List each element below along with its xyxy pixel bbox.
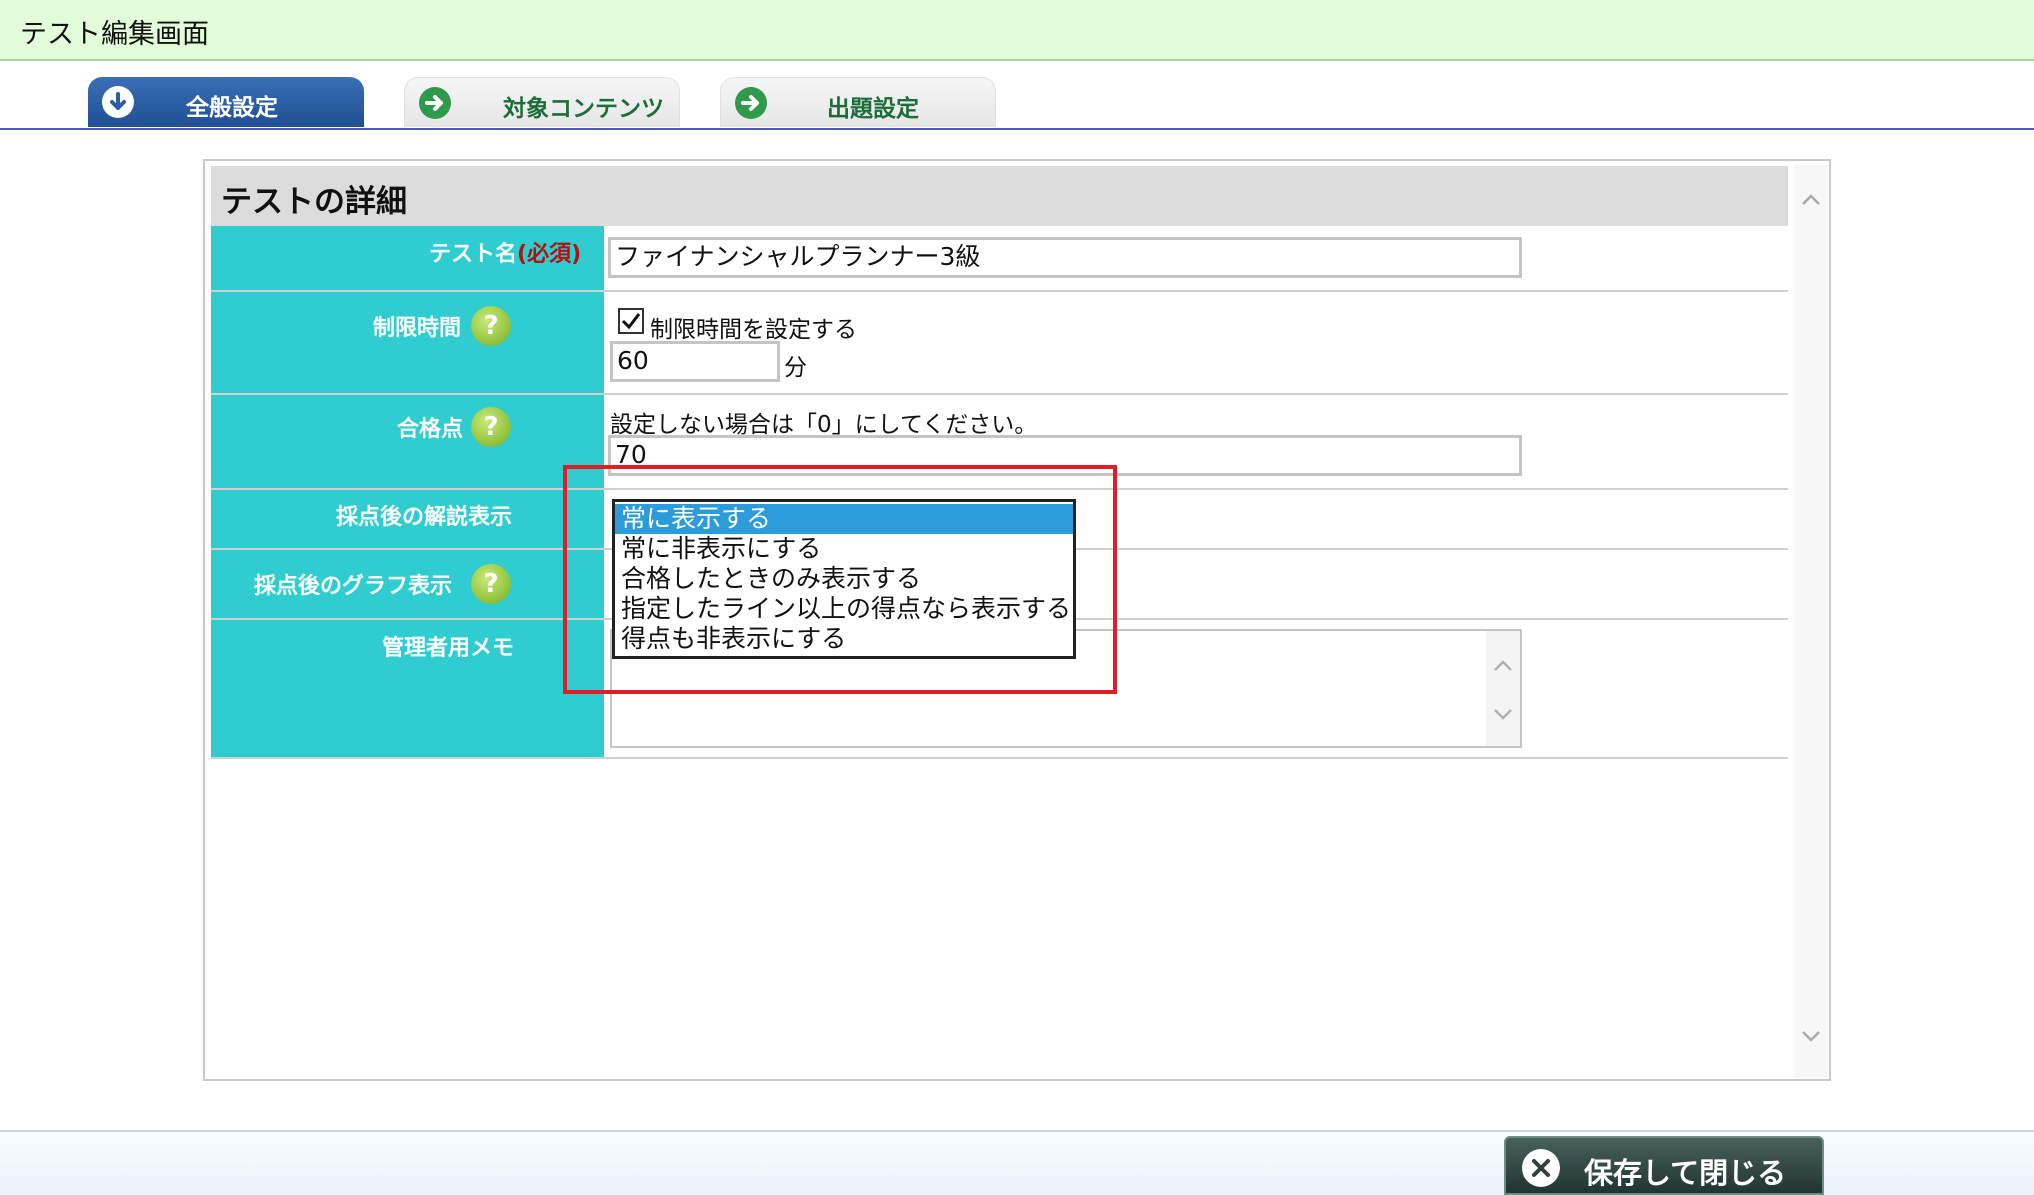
arrow-right-circle-icon (419, 87, 451, 119)
explanation-display-label-cell: 採点後の解説表示 (211, 490, 604, 550)
save-and-close-button[interactable]: 保存して閉じる (1504, 1136, 1824, 1195)
tab-label: 全般設定 (186, 95, 278, 121)
tab-general-settings[interactable]: 全般設定 (88, 77, 364, 127)
required-mark: (必須) (517, 242, 582, 267)
help-icon[interactable]: ? (471, 564, 511, 604)
explanation-display-label: 採点後の解説表示 (336, 505, 513, 530)
tab-target-contents[interactable]: 対象コンテンツ (404, 77, 680, 127)
time-limit-label: 制限時間 (373, 316, 462, 341)
chevron-down-icon[interactable] (1800, 1025, 1822, 1047)
help-icon[interactable]: ? (471, 306, 511, 346)
memo-scrollbar[interactable] (1486, 631, 1520, 746)
graph-display-label-cell: 採点後のグラフ表示 ? (211, 550, 604, 620)
section-title: テストの詳細 (221, 184, 407, 220)
close-circle-icon (1522, 1149, 1560, 1187)
time-limit-input[interactable]: 60 (610, 341, 780, 382)
chevron-down-icon[interactable] (1492, 703, 1514, 725)
panel-scrollbar[interactable] (1794, 165, 1828, 1077)
minutes-unit: 分 (784, 355, 807, 381)
admin-memo-label: 管理者用メモ (382, 636, 515, 661)
help-icon[interactable]: ? (471, 407, 511, 447)
tab-label: 対象コンテンツ (503, 96, 664, 122)
test-name-label-cell: テスト名(必須) (211, 226, 604, 292)
passing-score-hint: 設定しない場合は「0」にしてください。 (610, 412, 1038, 438)
window-titlebar: テスト編集画面 (0, 0, 2034, 61)
admin-memo-label-cell: 管理者用メモ (211, 620, 604, 759)
passing-score-label-cell: 合格点 ? (211, 395, 604, 490)
time-limit-checkbox[interactable] (618, 308, 644, 334)
test-name-label: テスト名(必須) (429, 242, 582, 267)
chevron-up-icon[interactable] (1800, 189, 1822, 211)
test-name-input[interactable]: ファイナンシャルプランナー3級 (608, 237, 1522, 278)
graph-display-label: 採点後のグラフ表示 (254, 574, 453, 599)
tab-question-settings[interactable]: 出題設定 (720, 77, 996, 127)
time-limit-checkbox-label: 制限時間を設定する (650, 317, 857, 343)
tab-label: 出題設定 (827, 96, 919, 122)
passing-score-label: 合格点 (397, 417, 464, 442)
check-icon (621, 313, 641, 330)
save-and-close-label: 保存して閉じる (1584, 1156, 1787, 1190)
tab-underline (0, 128, 2034, 130)
arrow-right-circle-icon (735, 87, 767, 119)
section-heading: テストの詳細 (211, 166, 1788, 226)
highlight-annotation (563, 465, 1117, 694)
chevron-up-icon[interactable] (1492, 655, 1514, 677)
arrow-down-circle-icon (102, 86, 134, 118)
tab-bar: 全般設定 対象コンテンツ 出題設定 (0, 61, 2034, 130)
window-title: テスト編集画面 (20, 19, 209, 50)
time-limit-label-cell: 制限時間 ? (211, 292, 604, 395)
